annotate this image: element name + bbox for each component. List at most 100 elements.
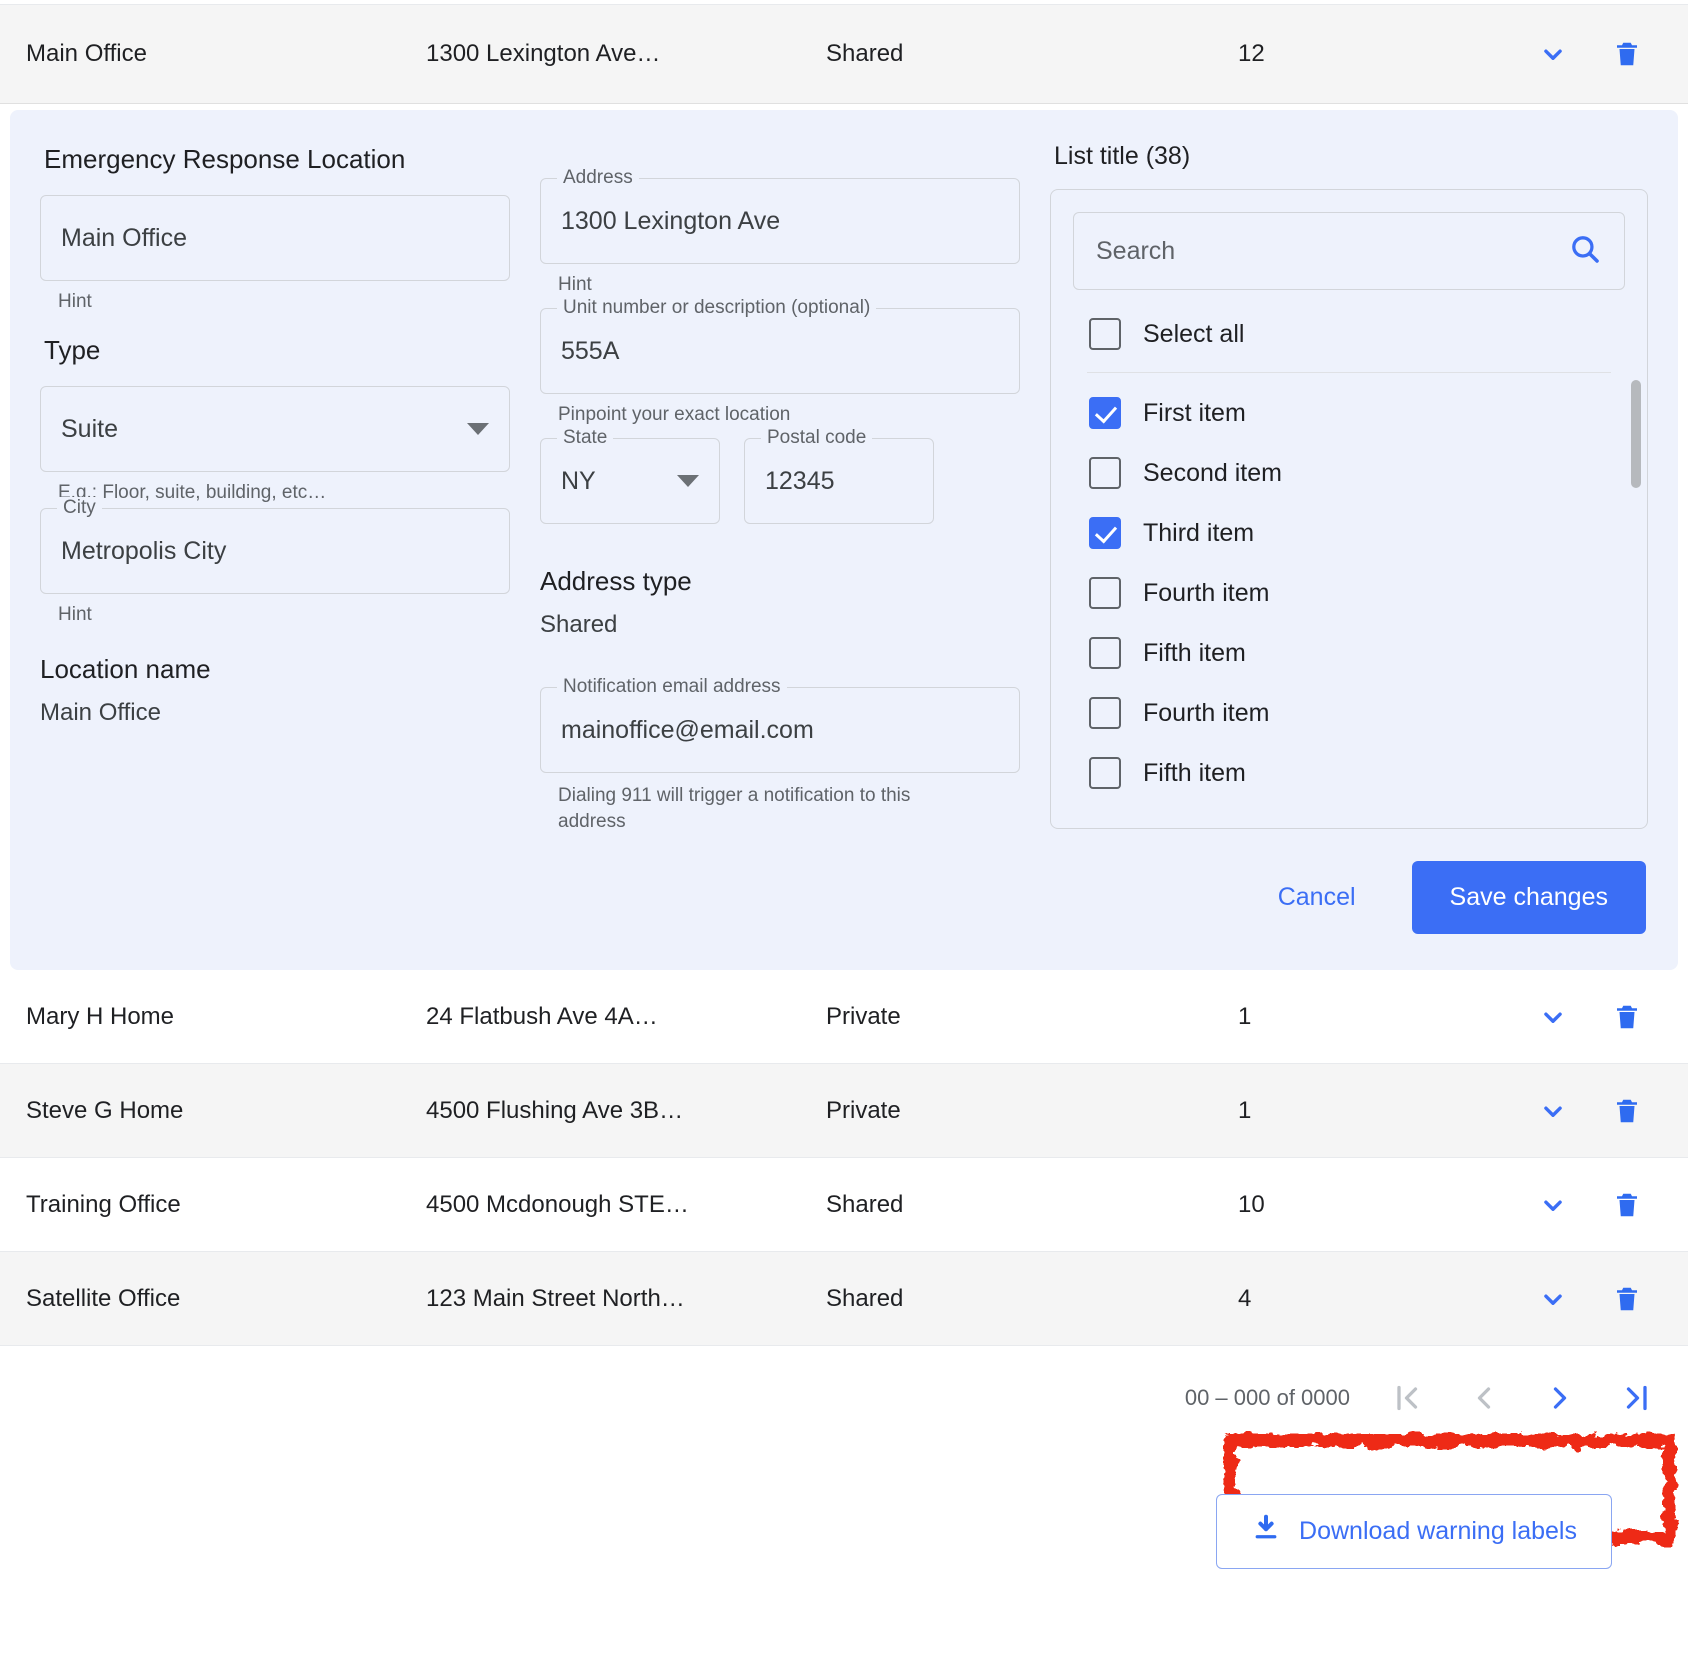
type-hint: E.g.: Floor, suite, building, etc… [58,482,510,504]
checkbox[interactable] [1089,517,1121,549]
table-row[interactable]: Mary H Home24 Flatbush Ave 4A…Private1 [0,970,1688,1064]
type-value: Suite [61,415,118,444]
row-actions [1476,37,1662,71]
trash-icon[interactable] [1612,1000,1642,1034]
list-items-container: First item Second item Third item Fourth it… [1073,383,1625,803]
panel-actions: Cancel Save changes [1256,861,1646,934]
download-section: Download warning labels [0,1416,1688,1569]
last-page-icon[interactable] [1618,1380,1654,1416]
emergency-response-location-title: Emergency Response Location [44,144,510,175]
row-address: 1300 Lexington Ave… [426,40,826,68]
list-item-label: Fourth item [1143,699,1269,728]
checkbox[interactable] [1089,577,1121,609]
chevron-down-icon[interactable] [1536,1094,1570,1128]
state-label: State [557,427,613,449]
chevron-down-icon[interactable] [1536,1188,1570,1222]
previous-page-icon[interactable] [1466,1380,1502,1416]
trash-icon[interactable] [1612,37,1642,71]
first-page-icon[interactable] [1390,1380,1426,1416]
panel-column-middle: Address 1300 Lexington Ave Hint Unit num… [540,138,1050,940]
chevron-down-icon [677,475,699,487]
state-select[interactable]: State NY [540,438,720,524]
address-hint: Hint [558,274,1020,296]
row-location-name: Steve G Home [26,1097,426,1125]
row-count: 12 [1226,40,1476,68]
list-divider [1087,372,1611,373]
trash-icon[interactable] [1612,1282,1642,1316]
notification-email-field[interactable]: Notification email address mainoffice@em… [540,687,1020,773]
erl-name-value: Main Office [61,224,187,253]
list-item[interactable]: Second item [1073,443,1625,503]
list-item[interactable]: Fourth item [1073,563,1625,623]
row-address: 4500 Mcdonough STE… [426,1191,826,1219]
checkbox[interactable] [1089,318,1121,350]
chevron-down-icon[interactable] [1536,37,1570,71]
table-row[interactable]: Steve G Home4500 Flushing Ave 3B…Private… [0,1064,1688,1158]
postal-code-value: 12345 [765,467,835,496]
row-count: 10 [1226,1191,1476,1219]
table-row-expanded-header[interactable]: Main Office 1300 Lexington Ave… Shared 1… [0,4,1688,104]
list-item[interactable]: Fourth item [1073,683,1625,743]
location-name-value: Main Office [40,699,510,727]
list-item-label: Third item [1143,519,1254,548]
select-all-label: Select all [1143,320,1244,349]
list-item-select-all[interactable]: Select all [1073,304,1625,364]
list-item-label: Fifth item [1143,639,1246,668]
scrollbar-thumb[interactable] [1631,380,1641,488]
list-item[interactable]: Third item [1073,503,1625,563]
row-location-name: Mary H Home [26,1003,426,1031]
city-field[interactable]: City Metropolis City [40,508,510,594]
location-edit-panel: Emergency Response Location Main Office … [10,110,1678,970]
city-label: City [57,497,102,519]
list-item[interactable]: Fifth item [1073,743,1625,803]
chevron-down-icon[interactable] [1536,1282,1570,1316]
pagination-range-label: 00 – 000 of 0000 [1185,1385,1350,1411]
next-page-icon[interactable] [1542,1380,1578,1416]
table-row[interactable]: Satellite Office123 Main Street North…Sh… [0,1252,1688,1346]
postal-code-field[interactable]: Postal code 12345 [744,438,934,524]
list-item-label: First item [1143,399,1246,428]
trash-icon[interactable] [1612,1094,1642,1128]
row-location-name: Training Office [26,1191,426,1219]
list-item[interactable]: Fifth item [1073,623,1625,683]
address-field[interactable]: Address 1300 Lexington Ave [540,178,1020,264]
unit-number-field[interactable]: Unit number or description (optional) 55… [540,308,1020,394]
location-name-label: Location name [40,654,510,685]
row-actions [1476,1094,1662,1128]
list-scrollbar[interactable] [1631,380,1641,800]
trash-icon[interactable] [1612,1188,1642,1222]
erl-name-field[interactable]: Main Office [40,195,510,281]
checkbox[interactable] [1089,637,1121,669]
city-value: Metropolis City [61,537,226,566]
address-value: 1300 Lexington Ave [561,207,780,236]
selectable-list-card: Search Select all First item Second item T… [1050,189,1648,829]
search-placeholder: Search [1096,237,1568,266]
pagination: 00 – 000 of 0000 [0,1346,1688,1416]
list-item[interactable]: First item [1073,383,1625,443]
type-select[interactable]: Suite [40,386,510,472]
row-address: 4500 Flushing Ave 3B… [426,1097,826,1125]
search-icon[interactable] [1568,232,1602,271]
notification-email-hint: Dialing 911 will trigger a notification … [558,783,958,834]
table-row[interactable]: Training Office4500 Mcdonough STE…Shared… [0,1158,1688,1252]
notification-email-value: mainoffice@email.com [561,716,814,745]
type-title: Type [44,335,510,366]
checkbox[interactable] [1089,757,1121,789]
state-value: NY [561,467,596,496]
download-warning-labels-button[interactable]: Download warning labels [1216,1494,1612,1569]
checkbox[interactable] [1089,697,1121,729]
address-type-value: Shared [540,611,1020,639]
checkbox[interactable] [1089,457,1121,489]
list-item-label: Fourth item [1143,579,1269,608]
unit-number-hint: Pinpoint your exact location [558,404,1020,426]
checkbox[interactable] [1089,397,1121,429]
cancel-button[interactable]: Cancel [1256,869,1378,926]
search-input[interactable]: Search [1073,212,1625,290]
row-address: 123 Main Street North… [426,1285,826,1313]
chevron-down-icon[interactable] [1536,1000,1570,1034]
unit-number-value: 555A [561,337,619,366]
row-address-type: Private [826,1097,1226,1125]
row-address-type: Private [826,1003,1226,1031]
save-changes-button[interactable]: Save changes [1412,861,1646,934]
row-count: 1 [1226,1097,1476,1125]
